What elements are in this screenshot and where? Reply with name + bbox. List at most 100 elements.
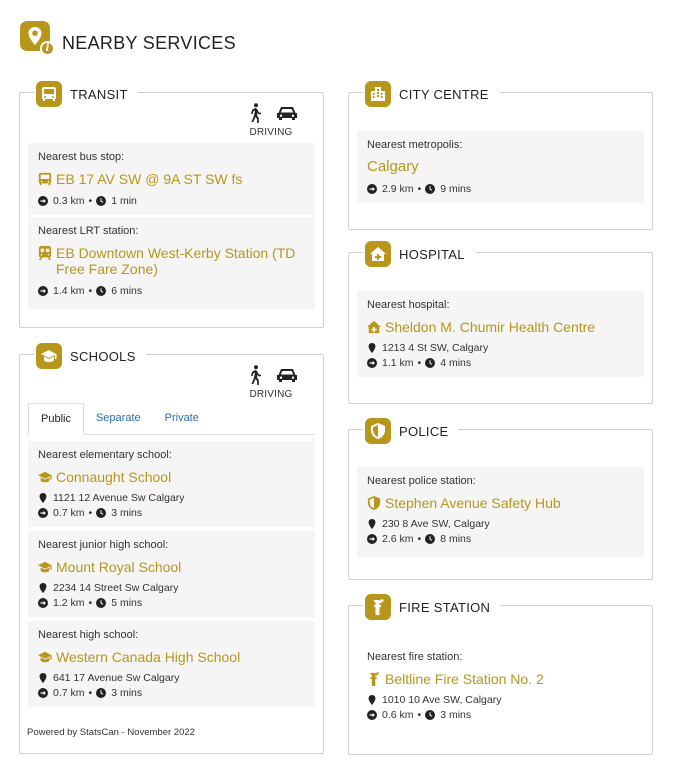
distance-icon bbox=[367, 710, 377, 720]
map-pin-icon bbox=[38, 493, 48, 503]
list-item: Nearest police station: Stephen Avenue S… bbox=[357, 467, 644, 557]
city-link[interactable]: Calgary bbox=[367, 159, 634, 175]
transit-mode-selector: DRIVING bbox=[241, 101, 301, 138]
entry-stats: 1.2 km • 5 mins bbox=[38, 597, 305, 609]
entry-stats: 0.6 km • 3 mins bbox=[367, 709, 634, 721]
car-icon[interactable] bbox=[277, 103, 297, 123]
list-item: Nearest fire station: Beltline Fire Stat… bbox=[357, 643, 644, 735]
hospital-panel: HOSPITAL Nearest hospital: Sheldon M. Ch… bbox=[348, 241, 653, 404]
distance-icon bbox=[38, 286, 48, 296]
school-type-tabs: Public Separate Private bbox=[28, 403, 315, 435]
city-centre-panel: CITY CENTRE Nearest metropolis: Calgary … bbox=[348, 81, 653, 230]
school-link[interactable]: Western Canada High School bbox=[38, 649, 305, 665]
bus-icon bbox=[36, 81, 62, 107]
tab-separate[interactable]: Separate bbox=[84, 403, 153, 435]
building-icon bbox=[365, 81, 391, 107]
transit-panel: TRANSIT DRIVING Nearest bus stop: EB 17 … bbox=[19, 81, 324, 328]
tab-public[interactable]: Public bbox=[28, 403, 84, 435]
clock-icon bbox=[96, 598, 106, 608]
list-item: Nearest bus stop: EB 17 AV SW @ 9A ST SW… bbox=[28, 143, 315, 215]
transit-header: TRANSIT bbox=[34, 81, 138, 107]
transit-title: TRANSIT bbox=[70, 86, 128, 102]
entry-label: Nearest elementary school: bbox=[38, 449, 172, 461]
entry-stats: 0.7 km • 3 mins bbox=[38, 687, 305, 699]
entry-label: Nearest bus stop: bbox=[38, 151, 125, 163]
list-item: Nearest LRT station: EB Downtown West-Ke… bbox=[28, 217, 315, 309]
entry-label: Nearest metropolis: bbox=[367, 139, 463, 151]
shield-icon bbox=[367, 496, 381, 510]
entry-address: 641 17 Avenue Sw Calgary bbox=[38, 672, 305, 684]
graduation-cap-icon bbox=[38, 650, 52, 664]
footer-credit: Powered by StatsCan - November 2022 bbox=[27, 727, 195, 738]
graduation-cap-icon bbox=[38, 560, 52, 574]
entry-label: Nearest hospital: bbox=[367, 299, 450, 311]
police-title: POLICE bbox=[399, 423, 449, 439]
entry-label: Nearest police station: bbox=[367, 475, 476, 487]
hospital-icon bbox=[365, 241, 391, 267]
car-icon[interactable] bbox=[277, 365, 297, 385]
list-item: Nearest elementary school: Connaught Sch… bbox=[28, 441, 315, 527]
lrt-station-link[interactable]: EB Downtown West-Kerby Station (TD Free … bbox=[38, 245, 305, 277]
fire-station-link[interactable]: Beltline Fire Station No. 2 bbox=[367, 671, 634, 687]
entry-stats: 2.9 km • 9 mins bbox=[367, 183, 634, 195]
clock-icon bbox=[425, 534, 435, 544]
fire-station-panel: FIRE STATION Nearest fire station: Beltl… bbox=[348, 594, 653, 755]
hospital-link[interactable]: Sheldon M. Chumir Health Centre bbox=[367, 319, 634, 335]
map-pin-icon bbox=[367, 343, 377, 353]
map-pin-icon bbox=[367, 519, 377, 529]
hospital-header: HOSPITAL bbox=[363, 241, 475, 267]
entry-label: Nearest LRT station: bbox=[38, 225, 139, 237]
entry-label: Nearest fire station: bbox=[367, 651, 463, 663]
fire-extinguisher-icon bbox=[365, 594, 391, 620]
entry-stats: 2.6 km • 8 mins bbox=[367, 533, 634, 545]
schools-mode-selector: DRIVING bbox=[241, 363, 301, 400]
schools-title: SCHOOLS bbox=[70, 348, 136, 364]
fire-station-title: FIRE STATION bbox=[399, 599, 491, 615]
distance-icon bbox=[38, 196, 48, 206]
hospital-title: HOSPITAL bbox=[399, 246, 465, 262]
map-pin-icon bbox=[38, 673, 48, 683]
entry-label: Nearest high school: bbox=[38, 629, 139, 641]
entry-stats: 1.1 km • 4 mins bbox=[367, 357, 634, 369]
bus-icon bbox=[38, 172, 52, 186]
map-pin-icon bbox=[367, 695, 377, 705]
entry-address: 1010 10 Ave SW, Calgary bbox=[367, 694, 634, 706]
police-header: POLICE bbox=[363, 418, 459, 444]
city-centre-title: CITY CENTRE bbox=[399, 86, 489, 102]
page-title: NEARBY SERVICES bbox=[62, 32, 236, 53]
distance-icon bbox=[38, 598, 48, 608]
distance-icon bbox=[367, 358, 377, 368]
entry-stats: 0.7 km • 3 mins bbox=[38, 507, 305, 519]
clock-icon bbox=[96, 286, 106, 296]
mode-label: DRIVING bbox=[249, 389, 293, 400]
entry-label: Nearest junior high school: bbox=[38, 539, 169, 551]
distance-icon bbox=[38, 688, 48, 698]
school-link[interactable]: Connaught School bbox=[38, 469, 305, 485]
entry-stats: 0.3 km • 1 min bbox=[38, 195, 305, 207]
list-item: Nearest metropolis: Calgary 2.9 km • 9 mi… bbox=[357, 131, 644, 203]
clock-icon bbox=[425, 184, 435, 194]
list-item: Nearest hospital: Sheldon M. Chumir Heal… bbox=[357, 291, 644, 377]
city-centre-header: CITY CENTRE bbox=[363, 81, 499, 107]
shield-icon bbox=[365, 418, 391, 444]
map-pin-icon bbox=[38, 583, 48, 593]
train-icon bbox=[38, 246, 52, 260]
graduation-cap-icon bbox=[36, 343, 62, 369]
schools-panel: SCHOOLS DRIVING Public Separate Private … bbox=[19, 343, 324, 754]
distance-icon bbox=[367, 534, 377, 544]
bus-stop-link[interactable]: EB 17 AV SW @ 9A ST SW fs bbox=[38, 171, 305, 187]
graduation-cap-icon bbox=[38, 470, 52, 484]
entry-address: 1213 4 St SW, Calgary bbox=[367, 342, 634, 354]
school-link[interactable]: Mount Royal School bbox=[38, 559, 305, 575]
walking-icon[interactable] bbox=[245, 103, 265, 123]
tab-private[interactable]: Private bbox=[153, 403, 211, 435]
list-item: Nearest high school: Western Canada High… bbox=[28, 621, 315, 707]
police-link[interactable]: Stephen Avenue Safety Hub bbox=[367, 495, 634, 511]
entry-address: 2234 14 Street Sw Calgary bbox=[38, 582, 305, 594]
clock-icon bbox=[96, 196, 106, 206]
hospital-icon bbox=[367, 320, 381, 334]
walking-icon[interactable] bbox=[245, 365, 265, 385]
clock-icon bbox=[96, 688, 106, 698]
clock-icon bbox=[96, 508, 106, 518]
location-info-icon: i bbox=[18, 21, 56, 59]
